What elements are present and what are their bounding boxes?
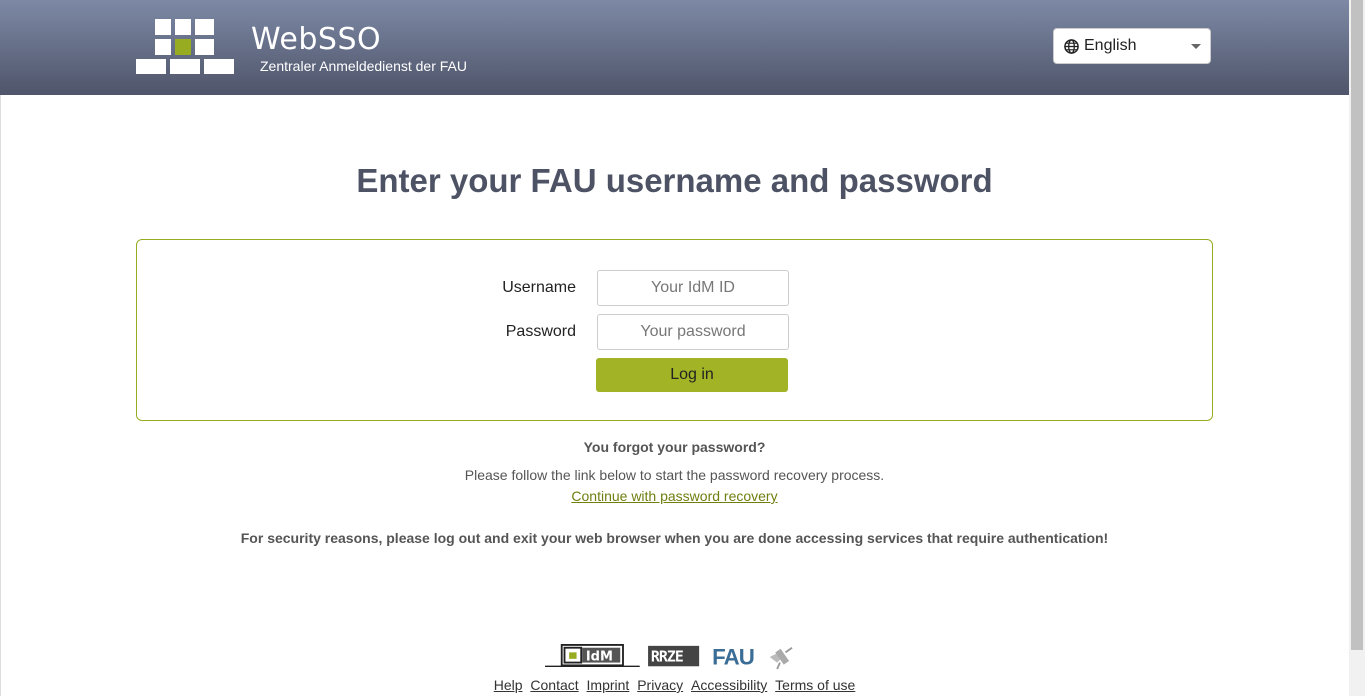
login-button[interactable]: Log in bbox=[596, 358, 788, 392]
forgot-password-heading: You forgot your password? bbox=[583, 439, 766, 455]
idm-logo-text: IdM bbox=[586, 650, 613, 665]
header-bar: WebSSO Zentraler Anmeldedienst der FAU E… bbox=[0, 0, 1349, 95]
contact-link[interactable]: Contact bbox=[530, 677, 578, 693]
chevron-down-icon bbox=[1191, 44, 1201, 49]
imprint-link[interactable]: Imprint bbox=[587, 677, 630, 693]
websso-logo bbox=[136, 19, 234, 74]
fau-logo-text: FAU bbox=[712, 644, 754, 669]
forgot-password-text: Please follow the link below to start th… bbox=[464, 467, 885, 483]
brand-title: WebSSO bbox=[251, 22, 382, 57]
password-input[interactable] bbox=[597, 314, 789, 350]
password-label: Password bbox=[505, 323, 576, 340]
username-label: Username bbox=[502, 279, 576, 296]
username-input[interactable] bbox=[597, 270, 789, 306]
rrze-logo[interactable]: RRZE bbox=[648, 645, 700, 667]
security-notice: For security reasons, please log out and… bbox=[240, 530, 1109, 546]
help-link[interactable]: Help bbox=[494, 677, 523, 693]
footer-links: Help Contact Imprint Privacy Accessibili… bbox=[0, 677, 1349, 693]
vertical-scrollbar[interactable] bbox=[1349, 0, 1365, 696]
privacy-link[interactable]: Privacy bbox=[637, 677, 683, 693]
globe-icon bbox=[1064, 38, 1079, 54]
plug-icon bbox=[769, 646, 793, 670]
rrze-logo-text: RRZE bbox=[651, 648, 683, 666]
page-title: Enter your FAU username and password bbox=[356, 162, 993, 199]
accessibility-link[interactable]: Accessibility bbox=[691, 677, 767, 693]
terms-of-use-link[interactable]: Terms of use bbox=[775, 677, 855, 693]
password-recovery-link[interactable]: Continue with password recovery bbox=[571, 488, 777, 504]
idm-logo[interactable]: IdM bbox=[545, 644, 640, 667]
footer-logos: IdM RRZE FAU bbox=[545, 644, 793, 670]
brand-subtitle: Zentraler Anmeldedienst der FAU bbox=[260, 58, 467, 74]
scrollbar-thumb[interactable] bbox=[1351, 0, 1363, 650]
language-selected-value: English bbox=[1084, 37, 1137, 54]
language-select[interactable]: English bbox=[1053, 28, 1211, 64]
fau-logo[interactable]: FAU bbox=[712, 644, 755, 669]
